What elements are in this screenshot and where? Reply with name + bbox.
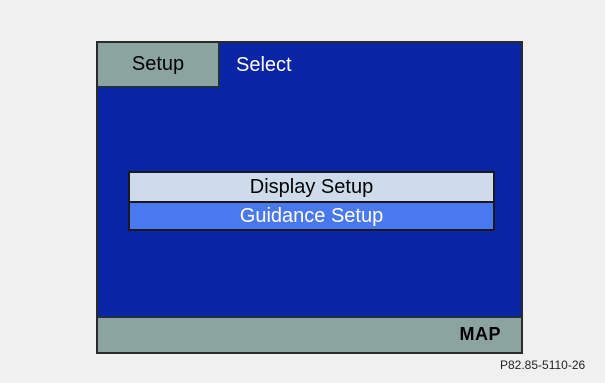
- navigation-display: Setup Select Display Setup Guidance Setu…: [96, 41, 523, 354]
- menu-item-label: Display Setup: [249, 175, 374, 198]
- menu-item-label: Guidance Setup: [239, 204, 384, 227]
- figure-caption: P82.85-5110-26: [500, 358, 586, 372]
- screen-title: Select: [236, 54, 292, 76]
- menu-item-display-setup[interactable]: Display Setup: [130, 173, 493, 201]
- setup-tab-label: Setup: [131, 53, 185, 75]
- softkey-bar: MAP: [98, 316, 521, 352]
- setup-menu: Display Setup Guidance Setup: [128, 171, 495, 231]
- map-button[interactable]: MAP: [460, 324, 502, 345]
- setup-tab[interactable]: Setup: [98, 43, 220, 88]
- menu-item-guidance-setup[interactable]: Guidance Setup: [130, 201, 493, 229]
